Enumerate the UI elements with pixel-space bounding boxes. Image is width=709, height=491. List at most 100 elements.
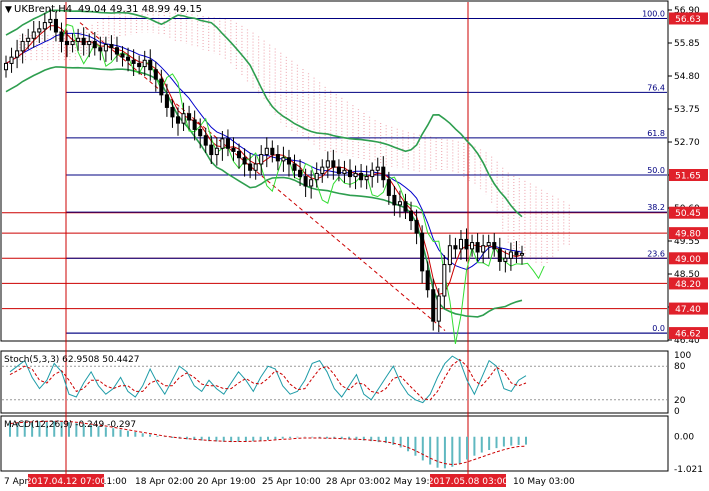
- candle-body: [359, 172, 364, 181]
- candle-body: [486, 242, 491, 247]
- time-tick-label: 18 Apr 02:00: [135, 477, 194, 487]
- candle-body: [231, 147, 236, 152]
- candle-body: [270, 147, 275, 156]
- stoch-title: Stoch(5,3,3) 62.9508 50.4427: [4, 355, 139, 365]
- candle-body: [242, 157, 247, 165]
- candle-body: [259, 154, 264, 165]
- candle-body: [76, 37, 81, 42]
- candle-body: [375, 166, 380, 171]
- candle-body: [109, 44, 114, 49]
- fib-label: 50.0: [647, 166, 665, 175]
- macd-tick-label: 0.00: [674, 433, 694, 443]
- candle-body: [120, 53, 125, 58]
- candle-body: [237, 150, 242, 159]
- time-tick-label: 20 Apr 19:00: [197, 477, 256, 487]
- candle-body: [126, 56, 131, 61]
- candle-body: [397, 201, 402, 206]
- candle-body: [353, 172, 358, 178]
- fib-label: 0.0: [652, 324, 665, 333]
- candle-body: [65, 40, 70, 46]
- candle-body: [286, 157, 291, 165]
- candle-body: [181, 113, 186, 124]
- candle-body: [81, 37, 86, 46]
- candle-body: [470, 242, 475, 250]
- price-panel-frame: [0, 0, 669, 342]
- candle-body: [164, 94, 169, 108]
- candle-body: [370, 169, 375, 178]
- fib-label: 100.0: [642, 9, 665, 18]
- candle-body: [447, 245, 452, 266]
- candle-body: [309, 179, 314, 187]
- candle-body: [431, 289, 436, 322]
- time-tick-label: 25 Apr 10:00: [262, 477, 321, 487]
- level-badge-label: 49.80: [675, 230, 701, 240]
- price-tick-label: 55.85: [674, 39, 700, 49]
- candle-body: [187, 113, 192, 121]
- candle-body: [331, 160, 336, 168]
- candle-body: [92, 40, 97, 49]
- candle-body: [192, 119, 197, 130]
- candle-body: [519, 253, 525, 256]
- candle-body: [481, 245, 486, 253]
- price-tick-label: 54.80: [674, 72, 700, 82]
- fib-label: 61.8: [647, 129, 665, 138]
- candle-body: [98, 47, 103, 52]
- level-badge-label: 47.40: [675, 305, 701, 315]
- candle-body: [253, 163, 258, 171]
- fib-label: 76.4: [647, 83, 665, 92]
- stoch-tick-label: 20: [674, 396, 686, 406]
- stoch-tick-label: 80: [674, 362, 686, 372]
- level-badge-label: 48.20: [675, 280, 701, 290]
- candle-body: [248, 163, 253, 171]
- macd-title: MACD(12,26,9) -0.249 -0.297: [4, 420, 136, 430]
- candle-body: [159, 78, 164, 96]
- macd-tick-label: -1.021: [674, 465, 703, 475]
- level-badge-label: 49.00: [675, 255, 701, 265]
- time-tick-label: 7 Apr: [4, 477, 28, 487]
- candle-body: [220, 138, 225, 149]
- candle-body: [9, 56, 14, 64]
- candle-body: [31, 31, 36, 39]
- candle-body: [48, 18, 53, 24]
- candle-body: [403, 201, 408, 212]
- candle-body: [425, 270, 430, 291]
- candle-body: [131, 59, 136, 64]
- candle-body: [336, 166, 341, 174]
- candle-body: [87, 40, 92, 46]
- candle-body: [53, 18, 58, 33]
- candle-body: [409, 210, 414, 222]
- candle-body: [292, 163, 297, 171]
- candle-body: [364, 176, 369, 181]
- candle-body: [514, 251, 519, 256]
- ohlc-readout: 49.04 49.31 48.99 49.15: [78, 4, 202, 15]
- trading-chart: 100.076.461.850.038.223.60.0 56.9055.855…: [0, 0, 708, 487]
- candle-body: [26, 37, 31, 42]
- candle-body: [37, 28, 42, 33]
- chart-dropdown-icon[interactable]: ▼: [5, 5, 12, 15]
- candle-body: [381, 166, 386, 181]
- candle-body: [298, 169, 303, 178]
- cursor-time-label: 2017.04.12 07:00: [26, 477, 107, 487]
- fib-label: 23.6: [647, 249, 665, 258]
- time-tick-label: 10 May 03:00: [513, 477, 575, 487]
- candle-body: [137, 62, 142, 68]
- candle-body: [414, 220, 419, 234]
- candle-body: [275, 154, 280, 162]
- level-badge-label: 46.62: [675, 330, 701, 340]
- candle-body: [303, 176, 308, 187]
- candle-body: [170, 106, 175, 118]
- candle-body: [209, 144, 214, 156]
- fib-label: 38.2: [647, 203, 665, 212]
- candle-body: [15, 50, 20, 58]
- candle-body: [225, 138, 230, 149]
- candle-body: [453, 245, 458, 250]
- candle-body: [458, 238, 463, 250]
- candle-body: [503, 257, 508, 262]
- candle-body: [420, 232, 425, 272]
- candle-body: [464, 238, 469, 250]
- stoch-tick-label: 0: [674, 407, 680, 417]
- candle-body: [59, 31, 64, 42]
- candle-body: [386, 179, 391, 196]
- candle-body: [42, 22, 47, 30]
- candle-body: [153, 69, 158, 80]
